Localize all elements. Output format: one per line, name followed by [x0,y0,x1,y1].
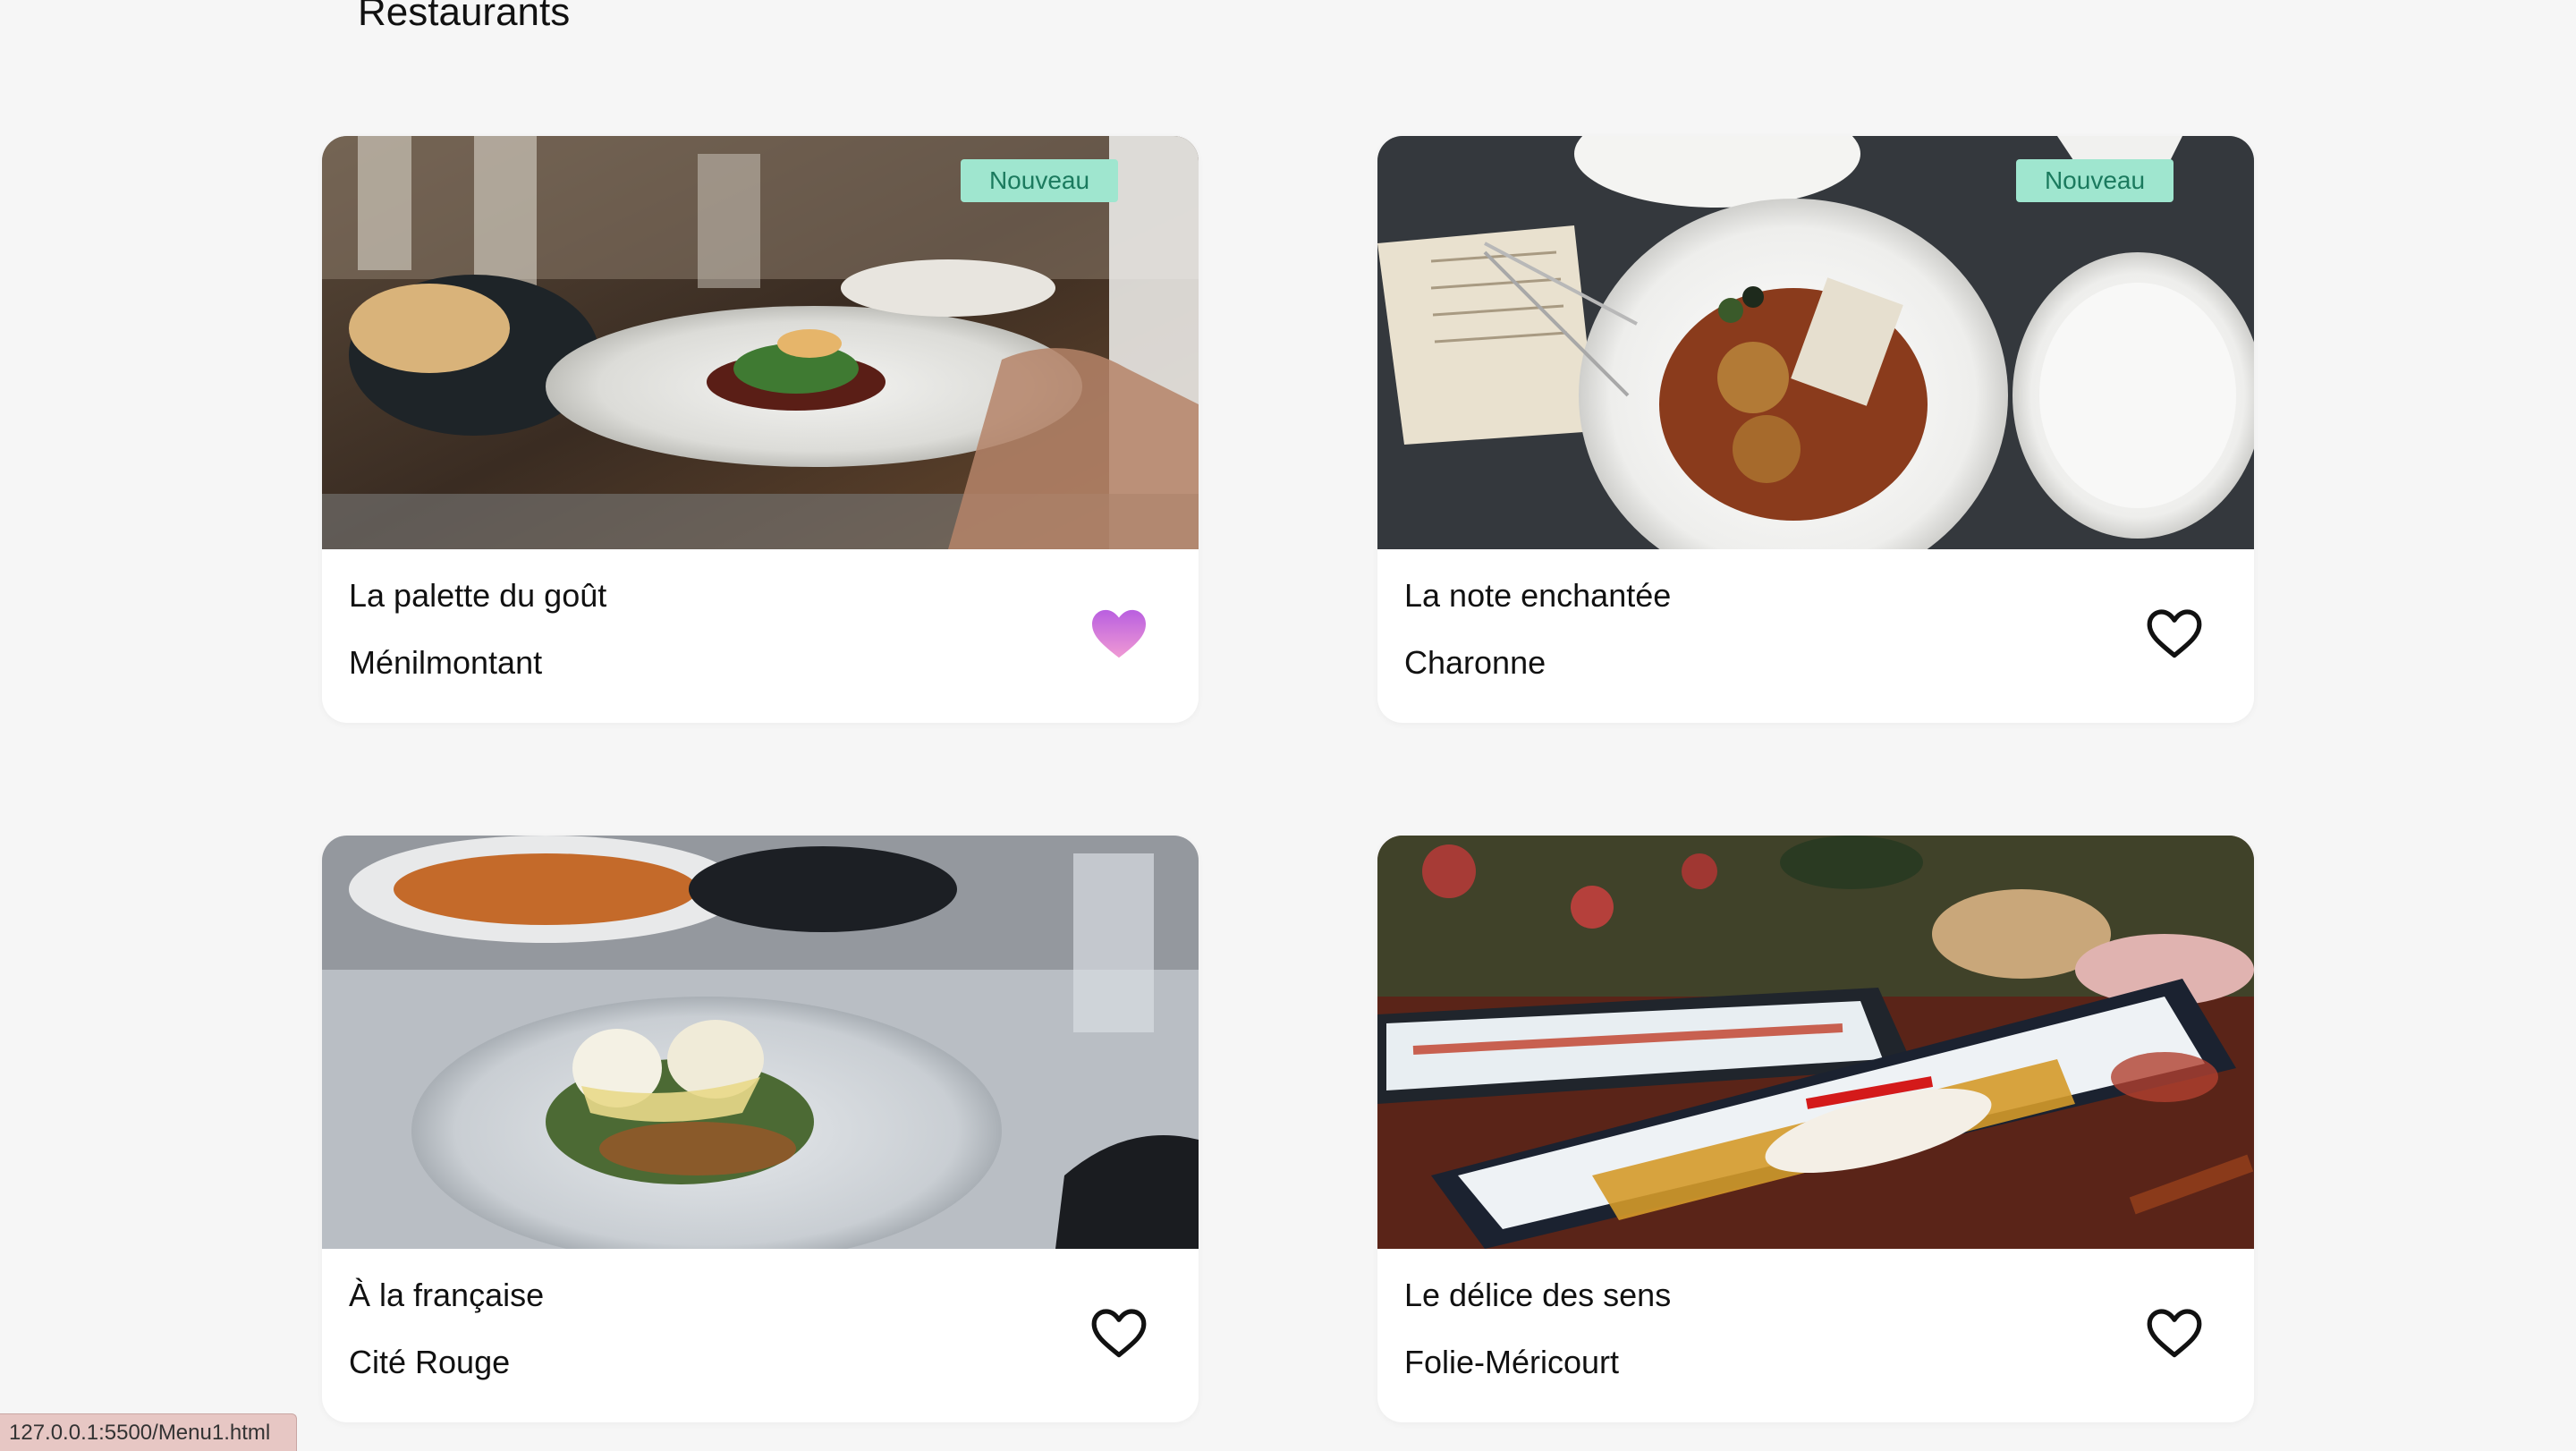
restaurant-info: La palette du goût Ménilmontant [322,549,1199,723]
restaurant-name: Le délice des sens [1404,1277,1672,1313]
new-badge: Nouveau [961,159,1118,202]
favorite-button[interactable] [1089,1306,1148,1360]
restaurant-card[interactable]: Nouveau La note enchantée Charonne [1377,136,2254,723]
restaurant-info: À la française Cité Rouge [322,1249,1199,1422]
favorite-button[interactable] [2145,607,2204,660]
restaurant-info: Le délice des sens Folie-Méricourt [1377,1249,2254,1422]
restaurants-page: Restaurants Nouveau La palette du goût M… [0,0,2576,1451]
food-photo-fish-platter [1377,836,2254,1249]
favorite-button[interactable] [2145,1306,2204,1360]
restaurant-card[interactable]: À la française Cité Rouge [322,836,1199,1422]
heart-outline-icon [2147,609,2202,658]
page-title: Restaurants [358,0,571,34]
favorite-button[interactable] [1089,607,1148,660]
restaurant-area: Folie-Méricourt [1404,1344,1620,1381]
restaurant-card[interactable]: Nouveau La palette du goût Ménilmontant [322,136,1199,723]
heart-filled-icon [1092,609,1146,658]
restaurant-name: La note enchantée [1404,577,1672,614]
browser-status-bar-url: 127.0.0.1:5500/Menu1.html [0,1413,297,1451]
restaurant-info: La note enchantée Charonne [1377,549,2254,723]
restaurant-name: À la française [349,1277,545,1313]
restaurant-area: Cité Rouge [349,1344,511,1381]
heart-outline-icon [1091,1309,1147,1358]
restaurant-area: Charonne [1404,644,1546,682]
new-badge: Nouveau [2016,159,2174,202]
restaurant-card[interactable]: Le délice des sens Folie-Méricourt [1377,836,2254,1422]
restaurant-area: Ménilmontant [349,644,543,682]
restaurant-photo [1377,836,2254,1249]
heart-outline-icon [2147,1309,2202,1358]
restaurant-photo [322,836,1199,1249]
restaurant-name: La palette du goût [349,577,607,614]
food-photo-eggs-benedict [322,836,1199,1249]
restaurant-photo: Nouveau [322,136,1199,549]
restaurant-photo: Nouveau [1377,136,2254,549]
